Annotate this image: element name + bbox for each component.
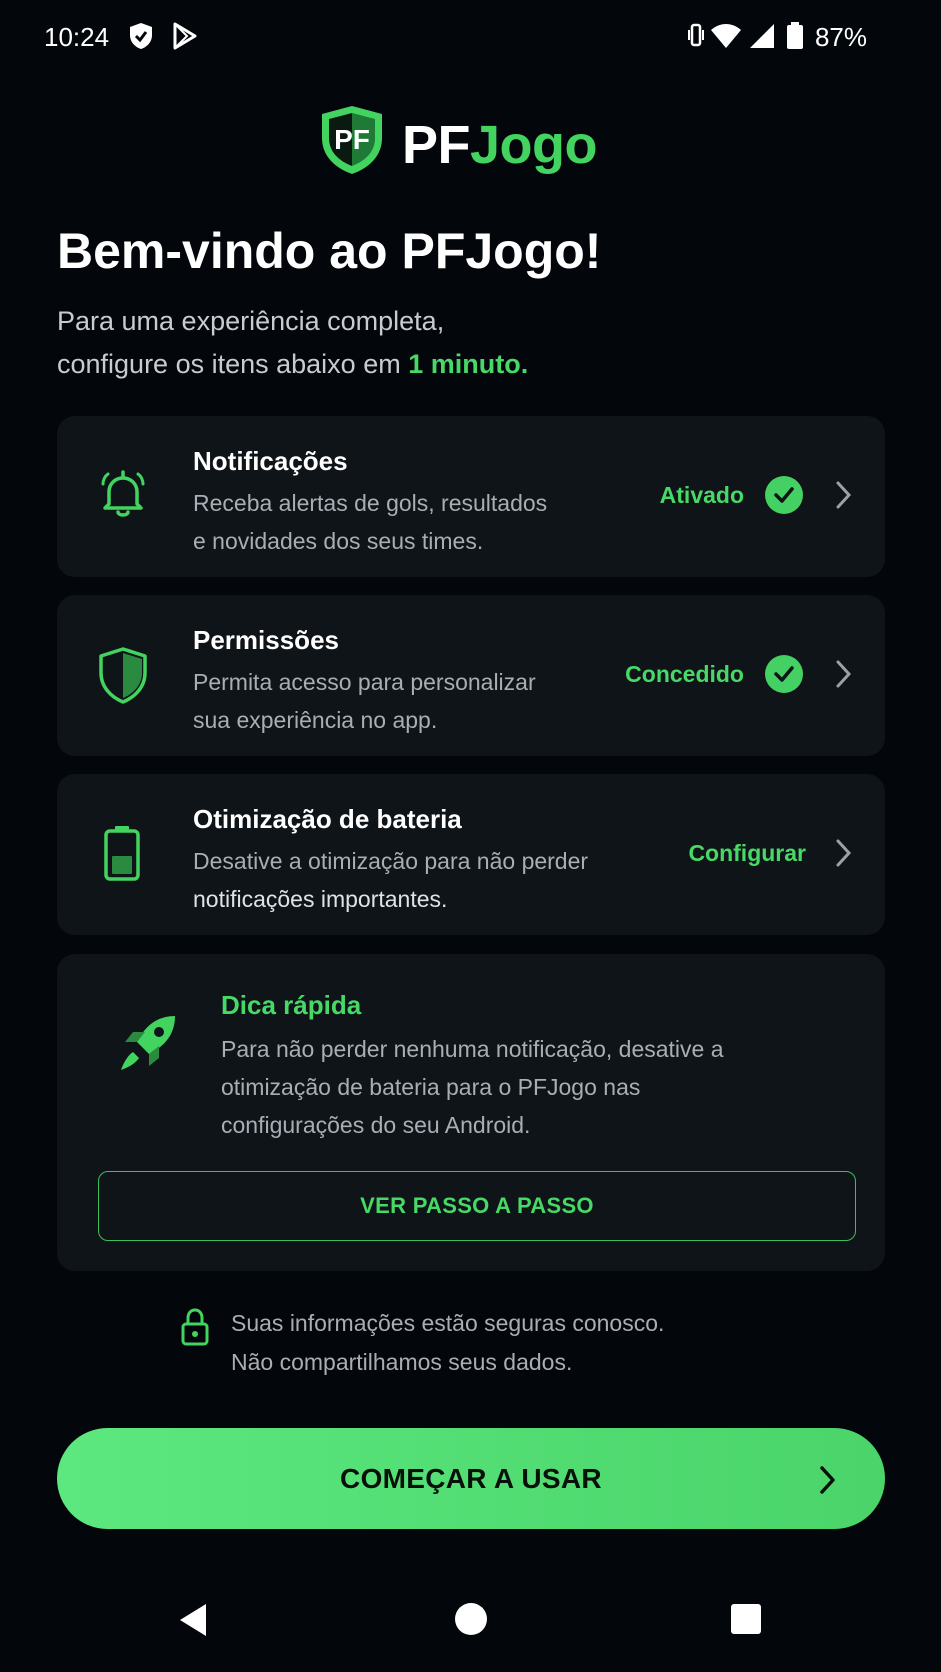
chevron-right-icon <box>836 481 852 509</box>
battery-percentage: 87% <box>814 22 867 52</box>
settings-card-battery-optimization[interactable]: Otimização de bateria Desative a otimiza… <box>57 774 885 935</box>
shield-icon <box>99 647 147 704</box>
battery-icon <box>104 826 140 881</box>
view-step-by-step-button[interactable]: VER PASSO A PASSO <box>98 1171 856 1241</box>
card-desc-line-1: Permita acesso para personalizar <box>193 669 536 695</box>
brand-logo: PF PFJogo <box>0 104 941 180</box>
chevron-right-icon <box>836 660 852 688</box>
card-title: Otimização de bateria <box>193 804 462 834</box>
vibrate-icon <box>688 23 704 47</box>
card-description: Receba alertas de gols, resultados e nov… <box>193 484 547 560</box>
subtitle-prefix: configure os itens abaixo em <box>57 349 409 379</box>
bell-icon <box>101 470 145 517</box>
brand-name: PFJogo <box>402 114 598 176</box>
tip-line-3: configurações do seu Android. <box>221 1112 531 1138</box>
security-line-1: Suas informações estão seguras conosco. <box>231 1310 665 1336</box>
back-icon[interactable] <box>176 1602 210 1638</box>
security-line-2: Não compartilhamos seus dados. <box>231 1349 573 1375</box>
page-subtitle: Para uma experiência completa, configure… <box>57 300 528 386</box>
security-shield-icon <box>130 23 152 49</box>
status-bar: 10:24 87% <box>0 0 941 74</box>
card-description: Permita acesso para personalizar sua exp… <box>193 663 536 739</box>
tip-line-1: Para não perder nenhuma notificação, des… <box>221 1036 724 1062</box>
card-desc-line-2: e novidades dos seus times. <box>193 528 484 554</box>
card-title: Permissões <box>193 625 339 655</box>
logo-shield-text: PF <box>334 124 370 155</box>
tip-title: Dica rápida <box>221 990 362 1020</box>
configure-link[interactable]: Configurar <box>688 840 806 867</box>
start-using-label: COMEÇAR A USAR <box>340 1462 602 1494</box>
settings-card-permissions[interactable]: Permissões Permita acesso para personali… <box>57 595 885 756</box>
quick-tip-card: Dica rápida Para não perder nenhuma noti… <box>57 954 885 1271</box>
status-label-activated: Ativado <box>659 482 744 508</box>
tip-description: Para não perder nenhuma notificação, des… <box>221 1030 724 1144</box>
play-store-icon <box>173 22 197 50</box>
system-navigation-bar <box>0 1592 941 1652</box>
subtitle-line-2: configure os itens abaixo em 1 minuto. <box>57 343 528 386</box>
lock-icon <box>181 1308 209 1346</box>
pfjogo-shield-icon: PF <box>322 106 382 174</box>
start-using-button[interactable]: COMEÇAR A USAR <box>57 1428 885 1529</box>
home-icon[interactable] <box>454 1602 488 1636</box>
subtitle-line-1: Para uma experiência completa, <box>57 306 445 336</box>
card-desc-line-1: Desative a otimização para não perder <box>193 848 589 874</box>
check-circle-icon <box>765 655 803 693</box>
brand-name-part1: PF <box>402 115 471 175</box>
settings-card-notifications[interactable]: Notificações Receba alertas de gols, res… <box>57 416 885 577</box>
check-circle-icon <box>765 476 803 514</box>
security-text: Suas informações estão seguras conosco. … <box>231 1304 664 1382</box>
tip-line-2: otimização de bateria para o PFJogo nas <box>221 1074 641 1100</box>
card-description: Desative a otimização para não perder no… <box>193 842 588 918</box>
wifi-icon <box>711 24 741 48</box>
status-time: 10:24 <box>44 22 110 52</box>
rocket-icon <box>121 1016 175 1070</box>
brand-name-part2: Jogo <box>470 115 598 175</box>
card-desc-line-1: Receba alertas de gols, resultados <box>193 490 548 516</box>
card-desc-line-2: notificações importantes. <box>193 886 448 912</box>
recents-icon[interactable] <box>730 1603 762 1635</box>
battery-status-icon <box>787 22 803 49</box>
page-title: Bem-vindo ao PFJogo! <box>57 223 602 279</box>
card-title: Notificações <box>193 446 348 476</box>
card-desc-line-2: sua experiência no app. <box>193 707 438 733</box>
chevron-right-icon <box>820 1466 835 1494</box>
subtitle-highlight: 1 minuto. <box>408 349 529 379</box>
signal-icon <box>750 24 774 48</box>
chevron-right-icon <box>836 839 852 867</box>
status-label-granted: Concedido <box>625 661 744 687</box>
